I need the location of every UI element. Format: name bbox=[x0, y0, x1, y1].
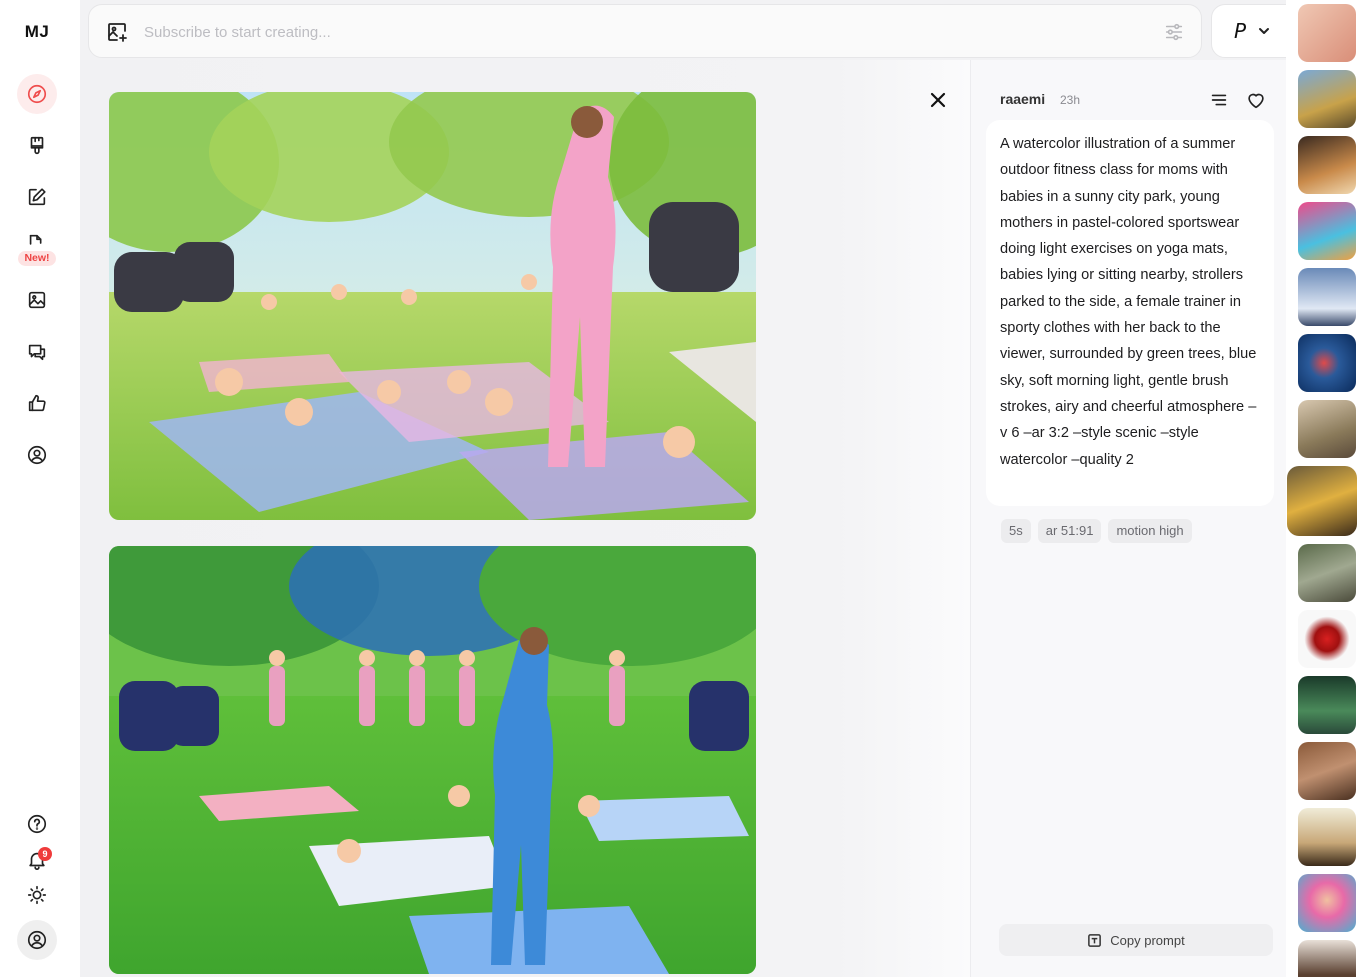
duration-tag[interactable]: 5s bbox=[1001, 519, 1031, 543]
chat-icon[interactable] bbox=[17, 332, 57, 372]
thumbnail[interactable] bbox=[1298, 610, 1356, 668]
copy-text-icon bbox=[1088, 933, 1102, 947]
midjourney-logo[interactable]: MJ bbox=[0, 22, 74, 42]
left-sidebar: MJ New! 9 bbox=[0, 0, 80, 977]
copy-prompt-label: Copy prompt bbox=[1110, 932, 1185, 948]
profile-icon[interactable] bbox=[17, 435, 57, 475]
thumbnail[interactable] bbox=[1298, 676, 1356, 734]
help-icon[interactable] bbox=[17, 804, 57, 844]
thumbnail[interactable] bbox=[1298, 874, 1356, 932]
motion-tag[interactable]: motion high bbox=[1108, 519, 1192, 543]
prompt-input[interactable] bbox=[144, 19, 1144, 45]
create-brush-icon[interactable] bbox=[17, 126, 57, 166]
thumbnail[interactable] bbox=[1298, 334, 1356, 392]
thumbnail[interactable] bbox=[1298, 268, 1356, 326]
likes-thumbs-up-icon[interactable] bbox=[17, 383, 57, 423]
thumbnail[interactable] bbox=[1298, 202, 1356, 260]
notification-count-badge: 9 bbox=[38, 847, 52, 861]
thumbnail[interactable] bbox=[1298, 742, 1356, 800]
thumbnail[interactable] bbox=[1298, 940, 1356, 977]
aspect-ratio-tag[interactable]: ar 51:91 bbox=[1037, 519, 1102, 543]
thumbnail-selected[interactable] bbox=[1287, 466, 1357, 536]
thumbnail[interactable] bbox=[1298, 544, 1356, 602]
author-username[interactable]: raaemi bbox=[1000, 91, 1045, 107]
notifications-bell-icon[interactable] bbox=[17, 840, 57, 880]
prompt-bar bbox=[88, 4, 1202, 58]
new-badge: New! bbox=[18, 251, 56, 266]
thumbnail[interactable] bbox=[1298, 4, 1356, 62]
thumbnail[interactable] bbox=[1298, 136, 1356, 194]
organize-images-icon[interactable] bbox=[17, 280, 57, 320]
account-avatar-icon[interactable] bbox=[17, 920, 57, 960]
thumbnail-strip bbox=[1286, 0, 1360, 977]
thumbnail[interactable] bbox=[1298, 808, 1356, 866]
parameter-tags: 5s ar 51:91 motion high bbox=[1001, 519, 1192, 543]
thumbnail[interactable] bbox=[1298, 70, 1356, 128]
like-heart-icon[interactable] bbox=[1245, 89, 1267, 111]
thumbnail[interactable] bbox=[1298, 400, 1356, 458]
add-image-icon[interactable] bbox=[105, 20, 129, 44]
generated-image-1[interactable] bbox=[109, 92, 756, 520]
prompt-card: A watercolor illustration of a summer ou… bbox=[986, 120, 1274, 506]
copy-prompt-button[interactable]: Copy prompt bbox=[999, 924, 1273, 956]
generated-image-2[interactable] bbox=[109, 546, 756, 974]
post-age: 23h bbox=[1060, 93, 1081, 107]
chevron-down-icon[interactable] bbox=[1257, 24, 1271, 38]
prompt-text: A watercolor illustration of a summer ou… bbox=[1000, 136, 1257, 468]
close-icon[interactable] bbox=[927, 89, 949, 111]
theme-sun-icon[interactable] bbox=[17, 875, 57, 915]
options-menu-icon[interactable] bbox=[1208, 89, 1230, 111]
edit-icon[interactable] bbox=[17, 177, 57, 217]
explore-icon[interactable] bbox=[17, 74, 57, 114]
personalization-label[interactable]: P bbox=[1234, 19, 1246, 43]
settings-sliders-icon[interactable] bbox=[1163, 21, 1185, 43]
